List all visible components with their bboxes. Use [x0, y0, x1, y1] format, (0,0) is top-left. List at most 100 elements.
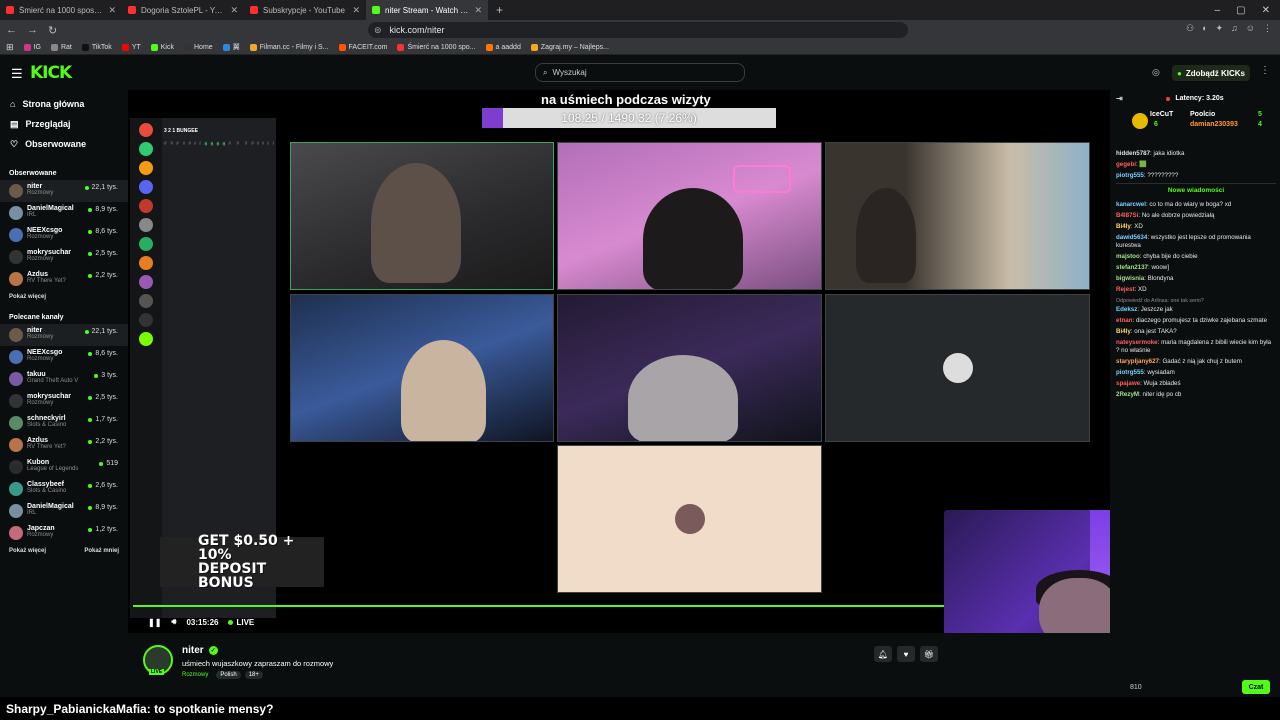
sidebar-channel-azdus[interactable]: Azdus RV There Yet? 2,2 tys. — [0, 434, 128, 456]
sidebar-channel-neexcsgo[interactable]: NEEXcsgo Rozmowy 8,6 tys. — [0, 346, 128, 368]
bookmark-item[interactable]: Home — [184, 42, 213, 52]
chat-username[interactable]: piotrg555 — [1116, 172, 1144, 179]
category-link[interactable]: Rozmowy — [182, 671, 212, 679]
server-icon — [139, 332, 153, 346]
url-field[interactable]: ⊜ kick.com/niter — [368, 22, 908, 38]
notifications-icon[interactable]: ◎ — [1152, 67, 1160, 78]
bookmark-item[interactable]: IG — [23, 42, 41, 52]
sidebar-channel-mokrysuchar[interactable]: mokrysuchar Rozmowy 2,5 tys. — [0, 246, 128, 268]
chat-username[interactable]: spajawe — [1116, 380, 1140, 387]
chat-username[interactable]: etnan — [1116, 317, 1133, 324]
profile-icon[interactable]: ☺ — [1246, 23, 1255, 34]
discord-channel: #ogłoszenia — [262, 137, 264, 150]
user-menu-icon[interactable]: ⋮ — [1260, 65, 1270, 76]
search-input[interactable]: ⌕ Wyszukaj — [535, 63, 745, 82]
tab-close-icon[interactable]: ✕ — [352, 5, 360, 16]
browser-tab[interactable]: Śmierć na 1000 sposobów S1 Odc. 2 ✕ — [0, 0, 122, 20]
browser-tab[interactable]: Dogoria SztolePL - YouTube ✕ — [122, 0, 244, 20]
nav-browse[interactable]: ▤ Przeglądaj — [0, 114, 128, 134]
kick-logo[interactable]: KICK — [30, 63, 72, 83]
site-info-icon[interactable]: ⊜ — [374, 25, 382, 36]
follow-heart-icon[interactable]: ♥ — [897, 646, 915, 662]
sidebar-channel-danielmagical[interactable]: DanielMagical IRL 8,9 tys. — [0, 202, 128, 224]
bookmark-item[interactable]: Kick — [150, 42, 174, 52]
chat-username[interactable]: Bi4ly — [1116, 223, 1131, 230]
chat-username[interactable]: hidden5787 — [1116, 150, 1150, 157]
nav-home[interactable]: ⌂ Strona główna — [0, 94, 128, 114]
chat-username[interactable]: Edeksz — [1116, 306, 1137, 313]
tab-close-icon[interactable]: ✕ — [474, 5, 482, 16]
extension-icon[interactable]: ◐ — [1202, 23, 1207, 34]
sidebar-channel-niter[interactable]: niter Rozmowy 22,1 tys. — [0, 324, 128, 346]
tag-chip[interactable]: Polish — [216, 671, 241, 679]
show-less-button[interactable]: Pokaż mniej — [84, 548, 119, 554]
collapse-chat-icon[interactable]: ⇥ — [1116, 94, 1123, 103]
minimize-icon[interactable]: – — [1215, 5, 1221, 16]
bookmark-item[interactable]: Śmierć na 1000 spo... — [397, 42, 476, 52]
chat-username[interactable]: starypljany627 — [1116, 358, 1159, 365]
tag-chip[interactable]: 18+ — [244, 671, 263, 679]
sidebar-channel-schneckyirl[interactable]: schneckyirl Slots & Casino 1,7 tys. — [0, 412, 128, 434]
show-more-button[interactable]: Pokaż więcej — [9, 548, 46, 554]
tab-close-icon[interactable]: ✕ — [108, 5, 116, 16]
sidebar-channel-neexcsgo[interactable]: NEEXcsgo Rozmowy 8,6 tys. — [0, 224, 128, 246]
chat-username[interactable]: majstoo — [1116, 253, 1140, 260]
chat-username[interactable]: gegebi — [1116, 161, 1136, 168]
chat-username[interactable]: stefan2137 — [1116, 264, 1148, 271]
sidebar-channel-takuu[interactable]: takuu Grand Theft Auto V3 tys. — [0, 368, 128, 390]
streamer-name[interactable]: niter — [182, 645, 204, 656]
bookmark-item[interactable]: Filman.cc - Filmy i S... — [249, 42, 329, 52]
browser-tab[interactable]: Subskrypcje - YouTube ✕ — [244, 0, 366, 20]
chat-username[interactable]: kanarcwel — [1116, 201, 1146, 208]
sidebar-channel-danielmagical[interactable]: DanielMagical IRL 8,9 tys. — [0, 500, 128, 522]
seek-bar[interactable] — [133, 605, 944, 607]
sidebar-channel-niter[interactable]: niter Rozmowy 22,1 tys. — [0, 180, 128, 202]
maximize-icon[interactable]: ▢ — [1236, 5, 1245, 16]
reload-icon[interactable]: ↻ — [48, 24, 57, 37]
bookmark-item[interactable]: YT — [121, 42, 141, 52]
sidebar-channel-japczan[interactable]: Japczan Rozmowy 1,2 tys. — [0, 522, 128, 544]
chat-username[interactable]: piotrg555 — [1116, 369, 1144, 376]
chat-username[interactable]: nateysermoke — [1116, 339, 1158, 346]
back-icon[interactable]: ← — [6, 24, 17, 36]
sidebar-channel-classybeef[interactable]: Classybeef Slots & Casino 2,6 tys. — [0, 478, 128, 500]
volume-icon[interactable]: 🔊︎ — [171, 617, 176, 627]
more-menu-icon[interactable]: ⋮ — [1263, 23, 1272, 34]
extension-icon[interactable]: ♫ — [1231, 23, 1238, 34]
chat-username[interactable]: bigwisnia — [1116, 275, 1144, 282]
chat-username[interactable]: B4I87Si — [1116, 212, 1138, 219]
menu-icon[interactable]: ☰ — [11, 66, 23, 82]
viewer-count-value: 519 — [106, 460, 118, 467]
tab-close-icon[interactable]: ✕ — [230, 5, 238, 16]
chat-username[interactable]: 2RezyM — [1116, 391, 1139, 398]
chat-username[interactable]: Bi4ly — [1116, 328, 1131, 335]
nav-following[interactable]: ♡ Obserwowane — [0, 134, 128, 154]
pause-icon[interactable]: ❚❚ — [148, 618, 161, 627]
sidebar-channel-kubon[interactable]: Kubon League of Legends 519 — [0, 456, 128, 478]
sidebar-channel-azdus[interactable]: Azdus RV There Yet? 2,2 tys. — [0, 268, 128, 290]
close-window-icon[interactable]: ✕ — [1262, 5, 1270, 16]
gift-icon[interactable]: 🎁︎ — [920, 646, 938, 662]
hash-icon: # — [176, 140, 179, 147]
chat-username[interactable]: Rejest — [1116, 286, 1135, 293]
sidebar-channel-mokrysuchar[interactable]: mokrysuchar Rozmowy 2,5 tys. — [0, 390, 128, 412]
forward-icon[interactable]: → — [27, 24, 38, 36]
get-kicks-button[interactable]: ● Zdobądź KICKs — [1172, 65, 1250, 81]
bookmark-item[interactable]: FACEIT.com — [338, 42, 387, 52]
show-more-button[interactable]: Pokaż więcej — [9, 294, 46, 300]
chat-username[interactable]: dawid5634 — [1116, 234, 1147, 241]
extension-icon[interactable]: ✦ — [1216, 23, 1224, 34]
apps-icon[interactable]: ⊞ — [6, 42, 14, 53]
chat-send-button[interactable]: Czat — [1242, 680, 1270, 694]
extension-icon[interactable]: ⚇ — [1186, 23, 1194, 34]
bookmark-item[interactable]: Zagraj.my – Najleps... — [530, 42, 609, 52]
bookmark-item[interactable]: a aaddd — [485, 42, 521, 52]
bookmark-item[interactable]: Rat — [50, 42, 72, 52]
notification-bell-icon[interactable]: 🔔︎ — [874, 646, 892, 662]
new-tab-button[interactable]: + — [488, 3, 511, 17]
bookmark-item[interactable]: TikTok — [81, 42, 112, 52]
discord-channel: #SZMERY BAJERY — [245, 137, 248, 150]
browser-tab[interactable]: niter Stream - Watch Live on Kick ✕ — [366, 0, 488, 20]
bookmark-item[interactable]: 翼 — [222, 42, 240, 52]
discord-channel: ◉ON STREAM 2 — [210, 137, 213, 150]
